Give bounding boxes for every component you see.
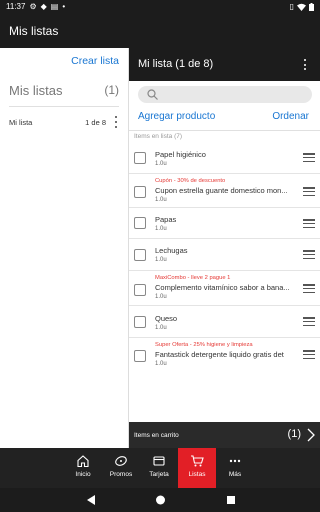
more-options-icon[interactable] bbox=[303, 59, 307, 70]
nav-item-mas[interactable]: Más bbox=[216, 448, 254, 488]
nav-label: Inicio bbox=[75, 471, 91, 478]
nav-item-promos[interactable]: Promos bbox=[102, 448, 140, 488]
app-bar: Mis listas bbox=[0, 13, 320, 48]
item-promo-label: Super Oferta - 25% higiene y limpieza bbox=[155, 342, 253, 348]
nav-item-listas[interactable]: Listas bbox=[178, 448, 216, 488]
list-options-icon[interactable] bbox=[113, 116, 119, 128]
item-checkbox[interactable] bbox=[134, 152, 146, 164]
list-item[interactable]: Queso 1.0u bbox=[129, 306, 320, 338]
drag-handle-icon[interactable] bbox=[303, 284, 315, 293]
promo-tag-icon bbox=[115, 456, 127, 466]
item-name: Papel higiénico bbox=[155, 150, 206, 159]
item-name: Fantastick detergente liquido gratis det bbox=[155, 350, 284, 359]
nav-item-inicio[interactable]: Inicio bbox=[64, 448, 102, 488]
vibrate-icon: ▯ bbox=[289, 1, 294, 11]
recents-icon[interactable] bbox=[226, 494, 236, 506]
drag-handle-icon[interactable] bbox=[303, 187, 315, 196]
item-quantity: 1.0u bbox=[155, 294, 167, 300]
bottom-nav: Inicio Promos Tarjeta Listas Más bbox=[0, 448, 320, 488]
more-icon bbox=[229, 459, 241, 463]
sort-button[interactable]: Ordenar bbox=[272, 111, 309, 122]
drag-handle-icon[interactable] bbox=[303, 250, 315, 259]
create-list-button[interactable]: Crear lista bbox=[71, 55, 119, 67]
list-actions: Agregar producto Ordenar bbox=[129, 111, 320, 127]
list-item[interactable]: Super Oferta - 25% higiene y limpieza Fa… bbox=[129, 338, 320, 372]
item-checkbox[interactable] bbox=[134, 284, 146, 296]
battery-icon bbox=[309, 2, 314, 11]
nav-label: Listas bbox=[188, 471, 206, 478]
item-checkbox[interactable] bbox=[134, 186, 146, 198]
item-checkbox[interactable] bbox=[134, 350, 146, 362]
search-input[interactable] bbox=[138, 86, 312, 103]
item-checkbox[interactable] bbox=[134, 316, 146, 328]
nav-label: Más bbox=[228, 471, 242, 478]
drag-handle-icon[interactable] bbox=[303, 317, 315, 326]
list-position: 1 de 8 bbox=[85, 118, 106, 127]
list-detail-pane: Mi lista (1 de 8) Agregar producto Orden… bbox=[128, 48, 320, 448]
nav-item-tarjeta[interactable]: Tarjeta bbox=[140, 448, 178, 488]
list-item[interactable]: MaxiCombo - lleve 2 pague 1 Complemento … bbox=[129, 271, 320, 306]
list-item[interactable]: Lechugas 1.0u bbox=[129, 239, 320, 271]
home-icon bbox=[77, 455, 89, 468]
list-name: Mi lista bbox=[9, 118, 33, 127]
drag-handle-icon[interactable] bbox=[303, 153, 315, 162]
drag-handle-icon[interactable] bbox=[303, 350, 315, 359]
item-promo-label: Cupón - 30% de descuento bbox=[155, 178, 226, 184]
item-name: Complemento vitamínico sabor a bana... bbox=[155, 283, 290, 292]
lists-section-title: Mis listas bbox=[9, 83, 63, 98]
add-product-button[interactable]: Agregar producto bbox=[138, 111, 215, 122]
item-name: Cupon estrella guante domestico mon... bbox=[155, 186, 288, 195]
item-quantity: 1.0u bbox=[155, 197, 167, 203]
item-name: Queso bbox=[155, 314, 178, 323]
item-name: Lechugas bbox=[155, 246, 188, 255]
cart-icon bbox=[191, 455, 204, 467]
item-checkbox[interactable] bbox=[134, 217, 146, 229]
notification-icon: ◆ bbox=[40, 1, 47, 11]
list-detail-title: Mi lista (1 de 8) bbox=[138, 58, 214, 70]
list-item[interactable]: Papas 1.0u bbox=[129, 208, 320, 239]
lists-pane: Crear lista Mis listas (1) Mi lista 1 de… bbox=[0, 48, 128, 448]
cart-label: Items en carrito bbox=[134, 432, 179, 439]
lists-section-count: (1) bbox=[104, 83, 119, 97]
list-detail-header: Mi lista (1 de 8) bbox=[129, 48, 320, 81]
back-icon[interactable] bbox=[86, 494, 96, 506]
nav-label: Tarjeta bbox=[149, 471, 169, 478]
cart-count: (1) bbox=[287, 428, 301, 440]
divider bbox=[9, 106, 119, 107]
item-quantity: 1.0u bbox=[155, 361, 167, 367]
item-quantity: 1.0u bbox=[155, 325, 167, 331]
status-bar: 11:37 ⚙ ◆ ▤ • ▯ bbox=[0, 0, 320, 13]
cart-bar[interactable]: Items en carrito (1) bbox=[129, 422, 320, 448]
list-item[interactable]: Cupón - 30% de descuento Cupon estrella … bbox=[129, 174, 320, 208]
item-checkbox[interactable] bbox=[134, 249, 146, 261]
settings-icon: ⚙ bbox=[29, 1, 37, 11]
item-quantity: 1.0u bbox=[155, 257, 167, 263]
item-name: Papas bbox=[155, 215, 177, 224]
status-time: 11:37 bbox=[6, 2, 26, 11]
nav-label: Promos bbox=[109, 471, 133, 478]
item-quantity: 1.0u bbox=[155, 161, 167, 167]
drag-handle-icon[interactable] bbox=[303, 219, 315, 228]
card-icon bbox=[153, 456, 165, 466]
list-item[interactable]: Papel higiénico 1.0u bbox=[129, 142, 320, 174]
app-title: Mis listas bbox=[9, 23, 59, 38]
home-button-icon[interactable] bbox=[155, 494, 166, 506]
item-quantity: 1.0u bbox=[155, 226, 167, 232]
system-nav-bar bbox=[0, 488, 320, 512]
dot-icon: • bbox=[62, 1, 66, 11]
items-count-header: Items en lista (7) bbox=[129, 130, 320, 141]
chevron-right-icon bbox=[307, 428, 315, 442]
wifi-icon bbox=[297, 3, 306, 11]
search-icon bbox=[147, 89, 158, 100]
list-item-mi-lista[interactable]: Mi lista 1 de 8 bbox=[0, 114, 128, 132]
item-promo-label: MaxiCombo - lleve 2 pague 1 bbox=[155, 275, 231, 281]
doc-icon: ▤ bbox=[50, 1, 59, 11]
